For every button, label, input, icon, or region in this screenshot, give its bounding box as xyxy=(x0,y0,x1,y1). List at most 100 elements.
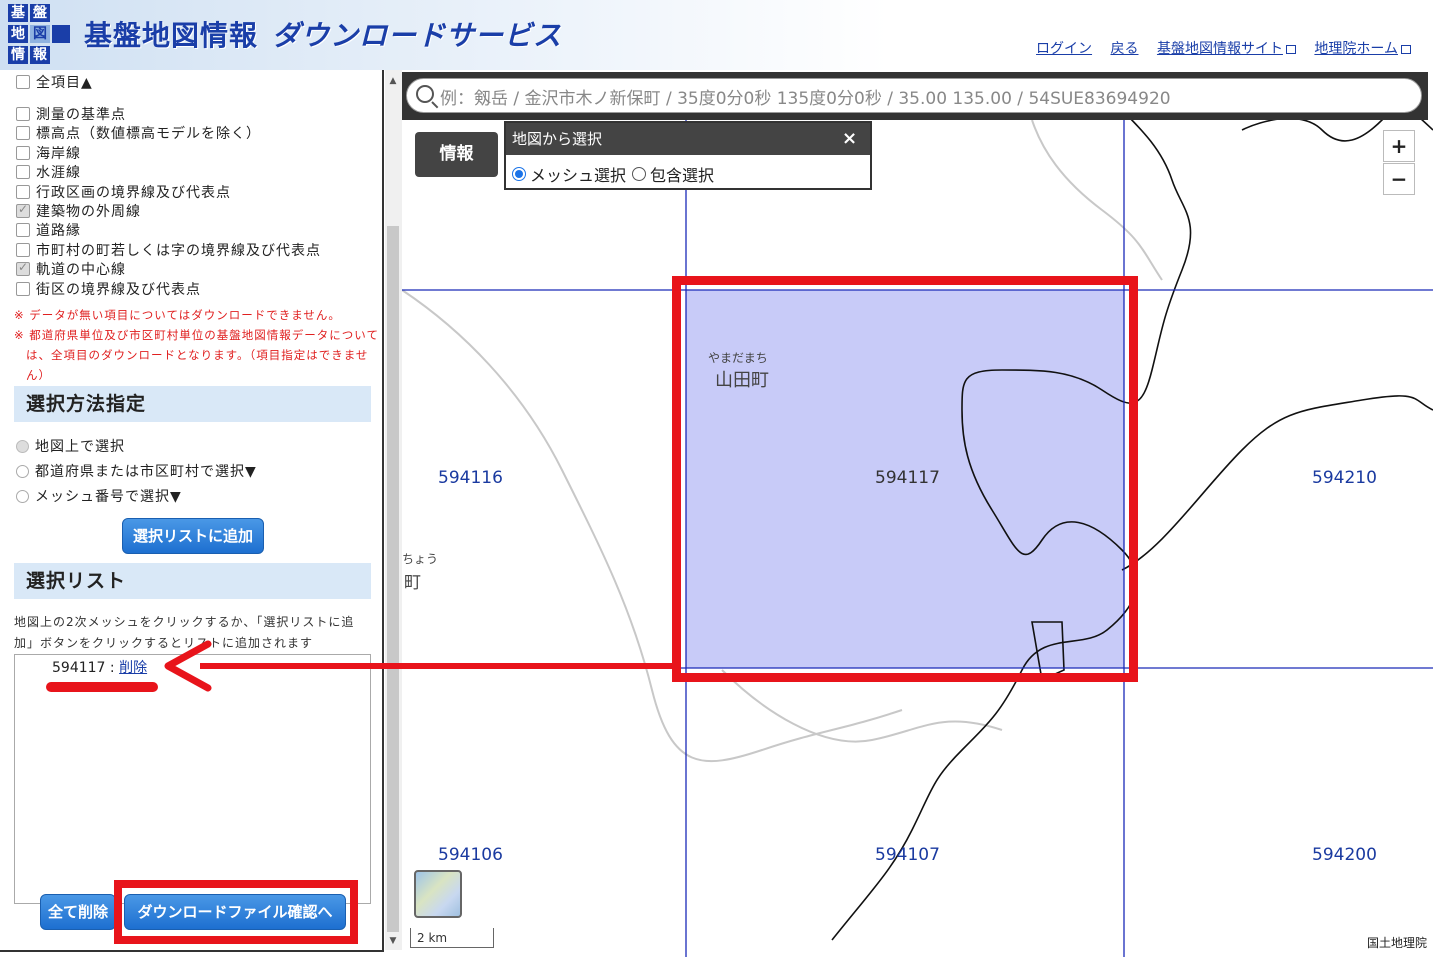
basemap-thumbnail[interactable] xyxy=(414,870,462,918)
checkbox-label: 行政区画の境界線及び代表点 xyxy=(36,185,231,201)
checkbox-checked[interactable] xyxy=(16,202,30,218)
external-link-icon xyxy=(1285,45,1296,54)
checkbox-label: 全項目▲ xyxy=(36,75,93,91)
info-button[interactable]: 情報 xyxy=(415,132,498,177)
list-item-separator: : xyxy=(105,660,120,676)
radio-mesh-select[interactable] xyxy=(512,167,526,181)
scale-bar: 2 km xyxy=(410,928,494,948)
radio-button[interactable] xyxy=(16,464,29,478)
panel-divider xyxy=(382,70,384,952)
list-item-code: 594117 xyxy=(52,660,106,676)
radio-label: 地図上で選択 xyxy=(35,439,125,455)
site-logo[interactable]: 基 盤 地 図 情 報 xyxy=(8,4,72,66)
scroll-down-icon[interactable]: ▼ xyxy=(388,936,398,946)
radio-select-by-mesh[interactable]: メッシュ番号で選択▼ xyxy=(16,486,182,506)
gsi-home-link-label: 地理院ホーム xyxy=(1314,41,1398,57)
checkbox-label: 建築物の外周線 xyxy=(36,204,141,220)
logo-cell: 基 xyxy=(8,4,28,22)
section-header-selection-list: 選択リスト xyxy=(14,563,371,599)
item-checkbox[interactable]: 道路縁 xyxy=(16,220,81,240)
place-name-kana: ちょう xyxy=(402,552,439,566)
close-icon[interactable]: × xyxy=(842,128,857,149)
checkbox[interactable] xyxy=(16,146,30,160)
search-icon xyxy=(416,85,434,103)
radio-label: メッシュ番号で選択▼ xyxy=(35,489,182,505)
note-prefecture: ん） xyxy=(26,368,51,382)
radio-select-on-map[interactable]: 地図上で選択 xyxy=(16,436,125,456)
checkbox[interactable] xyxy=(16,165,30,179)
radio-include-select[interactable] xyxy=(632,167,647,181)
annotation-highlight-button xyxy=(114,880,358,944)
note-no-data: ※ データが無い項目についてはダウンロードできません。 xyxy=(14,308,341,322)
zoom-in-button[interactable]: + xyxy=(1383,130,1415,162)
item-checkbox[interactable]: 建築物の外周線 xyxy=(16,201,141,221)
external-link-icon xyxy=(1401,45,1411,54)
checkbox[interactable] xyxy=(16,282,30,296)
site-title-main: 基盤地図情報 xyxy=(84,19,259,52)
radio-label: 都道府県または市区町村で選択▼ xyxy=(35,464,257,480)
checkbox-label: 測量の基準点 xyxy=(36,107,126,123)
checkbox[interactable] xyxy=(16,107,30,121)
radio-select-by-municipality[interactable]: 都道府県または市区町村で選択▼ xyxy=(16,461,257,481)
note-prefecture: は、全項目のダウンロードとなります。（項目指定はできませ xyxy=(26,348,369,362)
item-checkbox-all[interactable]: 全項目▲ xyxy=(16,72,93,92)
item-checkbox[interactable]: 街区の境界線及び代表点 xyxy=(16,279,201,299)
checkbox-label: 街区の境界線及び代表点 xyxy=(36,282,201,298)
item-checkbox[interactable]: 行政区画の境界線及び代表点 xyxy=(16,182,231,202)
delete-all-button[interactable]: 全て削除 xyxy=(40,894,116,930)
back-link[interactable]: 戻る xyxy=(1111,41,1139,57)
radio-button[interactable] xyxy=(16,489,29,503)
fgd-site-link[interactable]: 基盤地図情報サイト xyxy=(1157,41,1296,57)
radio-label: メッシュ選択 xyxy=(530,166,627,185)
list-item: 594117 : 削除 xyxy=(52,657,147,677)
zoom-out-button[interactable]: − xyxy=(1383,163,1415,195)
site-title: 基盤地図情報 ダウンロードサービス xyxy=(84,14,562,54)
gsi-home-link[interactable]: 地理院ホーム xyxy=(1314,41,1411,57)
logo-cell: 盤 xyxy=(30,4,50,22)
section-header-selection-method: 選択方法指定 xyxy=(14,386,371,422)
coastline xyxy=(1121,395,1433,571)
site-header: 基 盤 地 図 情 報 基盤地図情報 ダウンロードサービス ログイン 戻る 基盤地… xyxy=(0,0,1433,70)
scroll-up-icon[interactable]: ▲ xyxy=(388,76,398,86)
item-checkbox[interactable]: 軌道の中心線 xyxy=(16,259,126,279)
checkbox-label: 標高点（数値標高モデルを除く） xyxy=(36,126,261,142)
road-line xyxy=(1031,119,1163,281)
help-text: 地図上の2次メッシュをクリックするか、「選択リストに追 xyxy=(14,615,355,629)
checkbox-label: 海岸線 xyxy=(36,146,81,162)
add-to-list-button[interactable]: 選択リストに追加 xyxy=(122,518,264,554)
item-checkbox[interactable]: 市町村の町若しくは字の境界線及び代表点 xyxy=(16,240,321,260)
checkbox[interactable] xyxy=(16,243,30,257)
checkbox-checked[interactable] xyxy=(16,260,30,276)
login-link[interactable]: ログイン xyxy=(1036,41,1092,57)
item-checkbox[interactable]: 標高点（数値標高モデルを除く） xyxy=(16,123,261,143)
checkbox[interactable] xyxy=(16,185,30,199)
checkbox[interactable] xyxy=(16,75,30,89)
radio-button[interactable] xyxy=(16,439,29,453)
mesh-label[interactable]: 594210 xyxy=(1312,468,1377,488)
mesh-label[interactable]: 594200 xyxy=(1312,845,1377,865)
scrollbar-thumb[interactable] xyxy=(387,226,399,932)
logo-cell: 図 xyxy=(30,25,50,43)
logo-cell: 地 xyxy=(8,25,28,43)
fgd-site-link-label: 基盤地図情報サイト xyxy=(1156,41,1283,57)
checkbox[interactable] xyxy=(16,126,30,140)
mesh-label[interactable]: 594116 xyxy=(438,468,503,488)
site-title-sub: ダウンロードサービス xyxy=(272,19,563,52)
map-attribution: 国土地理院 xyxy=(1366,936,1427,950)
header-links: ログイン 戻る 基盤地図情報サイト 地理院ホーム xyxy=(1022,38,1411,58)
annotation-highlight-mesh xyxy=(672,276,1138,682)
checkbox-label: 水涯線 xyxy=(36,165,81,181)
mesh-label[interactable]: 594106 xyxy=(438,845,503,865)
annotation-underline xyxy=(46,682,158,692)
map-select-title: 地図から選択 xyxy=(506,123,870,155)
place-name: 町 xyxy=(404,573,421,593)
radio-label: 包含選択 xyxy=(650,166,715,185)
item-checkbox[interactable]: 水涯線 xyxy=(16,162,81,182)
delete-link[interactable]: 削除 xyxy=(119,660,147,676)
checkbox-label: 道路縁 xyxy=(36,223,81,239)
checkbox[interactable] xyxy=(16,223,30,237)
mesh-label[interactable]: 594107 xyxy=(875,845,940,865)
logo-cell: 報 xyxy=(30,46,50,64)
item-checkbox[interactable]: 測量の基準点 xyxy=(16,104,126,124)
item-checkbox[interactable]: 海岸線 xyxy=(16,143,81,163)
